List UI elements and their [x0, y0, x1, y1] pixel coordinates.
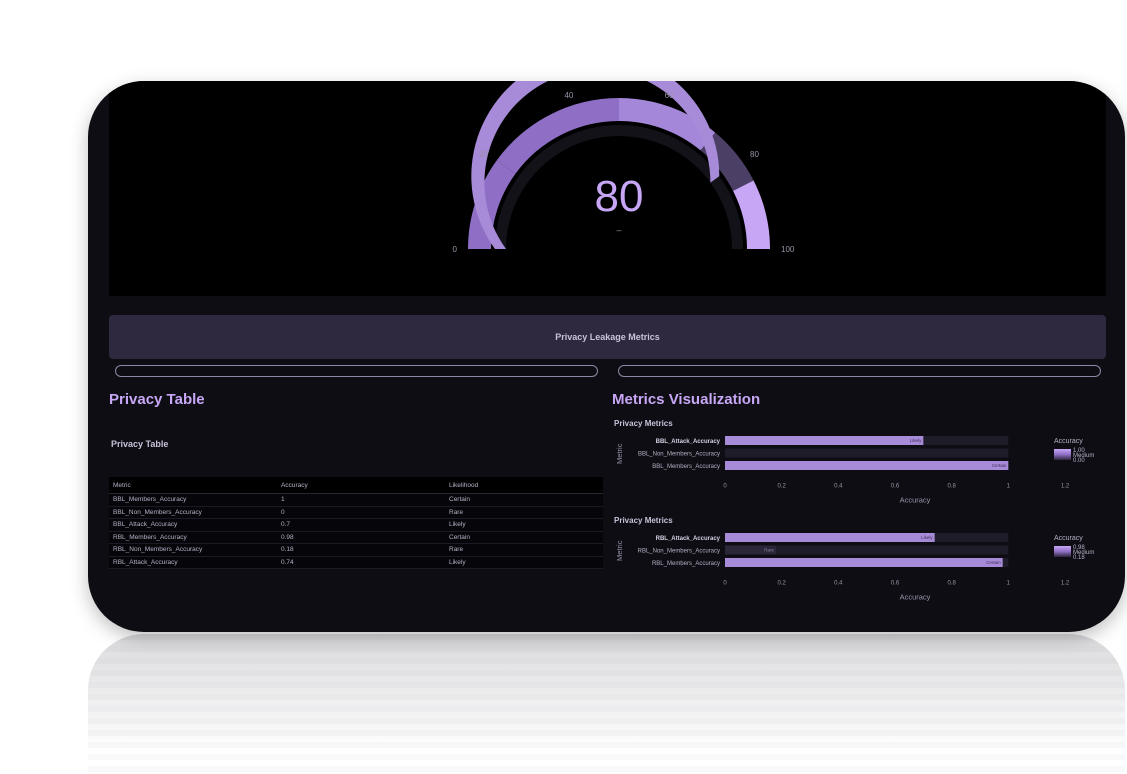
category-label: RBL_Attack_Accuracy [656, 536, 721, 542]
bar [725, 533, 935, 542]
cell-accuracy: 1 [277, 493, 445, 507]
legend-title: Accuracy [1054, 438, 1083, 445]
gauge-tick-label: 100 [781, 245, 795, 254]
bar [725, 461, 1009, 470]
cell-metric: RBL_Members_Accuracy [109, 531, 277, 544]
privacy-metrics-chart-2: Metric RBL_Attack_Accuracy Likely RBL_Non_M… [615, 533, 1094, 602]
x-tick-label: 0.4 [834, 581, 843, 587]
cell-likelihood: Likely [445, 518, 603, 532]
cell-accuracy: 0.98 [277, 531, 445, 544]
left-progress-pill [115, 365, 598, 377]
bar-data-label: Certain [986, 560, 1001, 565]
right-progress-pill [618, 365, 1101, 377]
bar-track [725, 448, 1009, 458]
legend-min: 0.18 [1073, 555, 1085, 561]
privacy-table: Metric Accuracy Likelihood BBL_Members_A… [109, 477, 603, 569]
y-axis-label: Metric [615, 443, 624, 464]
x-tick-label: 0.2 [777, 581, 786, 587]
dashboard-card: 0 20 40 60 80 100 80– Privacy Leakage Metrics … [88, 81, 1125, 632]
x-tick-label: 0 [723, 484, 727, 490]
category-label: RBL_Members_Accuracy [652, 561, 720, 567]
cell-accuracy: 0 [277, 506, 445, 519]
table-header-row: Metric Accuracy Likelihood [109, 477, 603, 494]
cell-accuracy: 0.18 [277, 543, 445, 557]
banner-title: Privacy Leakage Metrics [555, 332, 660, 342]
table-row[interactable]: BBL_Non_Members_Accuracy 0 Rare [109, 506, 603, 519]
cell-likelihood: Rare [445, 506, 603, 519]
column-header-metric[interactable]: Metric [109, 477, 277, 494]
chart-1-title: Privacy Metrics [614, 419, 673, 428]
bar-data-label: Likely [921, 535, 933, 540]
bar-data-label: Likely [910, 438, 922, 443]
x-tick-label: 1 [1007, 581, 1011, 587]
x-tick-label: 1.2 [1061, 484, 1070, 490]
x-tick-label: 0.4 [834, 484, 843, 490]
cell-metric: RBL_Attack_Accuracy [109, 556, 277, 569]
x-axis-label: Accuracy [900, 496, 931, 505]
x-tick-label: 0 [723, 581, 727, 587]
bar [725, 436, 924, 445]
gauge-tick-label: 40 [564, 91, 573, 100]
privacy-leakage-banner: Privacy Leakage Metrics [109, 315, 1106, 359]
cell-likelihood: Likely [445, 556, 603, 569]
metrics-visualization-heading: Metrics Visualization [612, 391, 761, 408]
x-tick-label: 1 [1007, 484, 1011, 490]
gauge-tick-label: 80 [750, 150, 759, 159]
gauge-panel: 0 20 40 60 80 100 80 – [109, 81, 1106, 296]
x-tick-label: 0.8 [947, 484, 956, 490]
privacy-metrics-chart-1: Metric BBL_Attack_Accuracy Likely BBL_Non_M… [615, 436, 1094, 505]
column-header-accuracy[interactable]: Accuracy [277, 477, 445, 494]
legend-colorbar [1054, 449, 1071, 460]
cell-likelihood: Certain [445, 493, 603, 507]
category-label: RBL_Non_Members_Accuracy [638, 549, 720, 555]
cell-metric: BBL_Members_Accuracy [109, 493, 277, 507]
table-row[interactable]: BBL_Attack_Accuracy 0.7 Likely [109, 518, 603, 532]
bar-data-label: Rare [764, 548, 774, 553]
gauge-tick-label: 20 [479, 150, 488, 159]
table-row[interactable]: RBL_Attack_Accuracy 0.74 Likely [109, 556, 603, 569]
gauge-tick-label: 60 [665, 91, 674, 100]
cell-likelihood: Rare [445, 543, 603, 557]
x-axis-label: Accuracy [900, 593, 931, 602]
cell-accuracy: 0.74 [277, 556, 445, 569]
table-row[interactable]: RBL_Non_Members_Accuracy 0.18 Rare [109, 543, 603, 557]
legend-title: Accuracy [1054, 535, 1083, 542]
category-label: BBL_Non_Members_Accuracy [638, 452, 720, 458]
cell-likelihood: Certain [445, 531, 603, 544]
bar-data-label: Certain [992, 463, 1007, 468]
gauge-chart: 0 20 40 60 80 100 80 – [453, 81, 795, 254]
gauge-tick-label: 0 [453, 245, 458, 254]
gauge-subtitle: – [616, 225, 621, 235]
cell-metric: BBL_Non_Members_Accuracy [109, 506, 277, 519]
legend-colorbar [1054, 546, 1071, 557]
privacy-table-title: Privacy Table [111, 439, 169, 449]
column-header-likelihood[interactable]: Likelihood [445, 477, 603, 494]
legend-min: 0.00 [1073, 458, 1085, 464]
cell-accuracy: 0.7 [277, 518, 445, 532]
cell-metric: RBL_Non_Members_Accuracy [109, 543, 277, 557]
table-row[interactable]: RBL_Members_Accuracy 0.98 Certain [109, 531, 603, 544]
x-tick-label: 0.6 [891, 484, 900, 490]
gauge-value: 80 [595, 172, 644, 221]
x-tick-label: 0.2 [777, 484, 786, 490]
bar [725, 558, 1003, 567]
card-reflection [88, 634, 1125, 774]
privacy-table-heading: Privacy Table [109, 391, 205, 408]
category-label: BBL_Members_Accuracy [652, 464, 720, 470]
chart-2-title: Privacy Metrics [614, 516, 673, 525]
y-axis-label: Metric [615, 540, 624, 561]
x-tick-label: 0.6 [891, 581, 900, 587]
x-tick-label: 1.2 [1061, 581, 1070, 587]
cell-metric: BBL_Attack_Accuracy [109, 518, 277, 532]
x-tick-label: 0.8 [947, 581, 956, 587]
category-label: BBL_Attack_Accuracy [656, 439, 721, 445]
table-row[interactable]: BBL_Members_Accuracy 1 Certain [109, 493, 603, 507]
